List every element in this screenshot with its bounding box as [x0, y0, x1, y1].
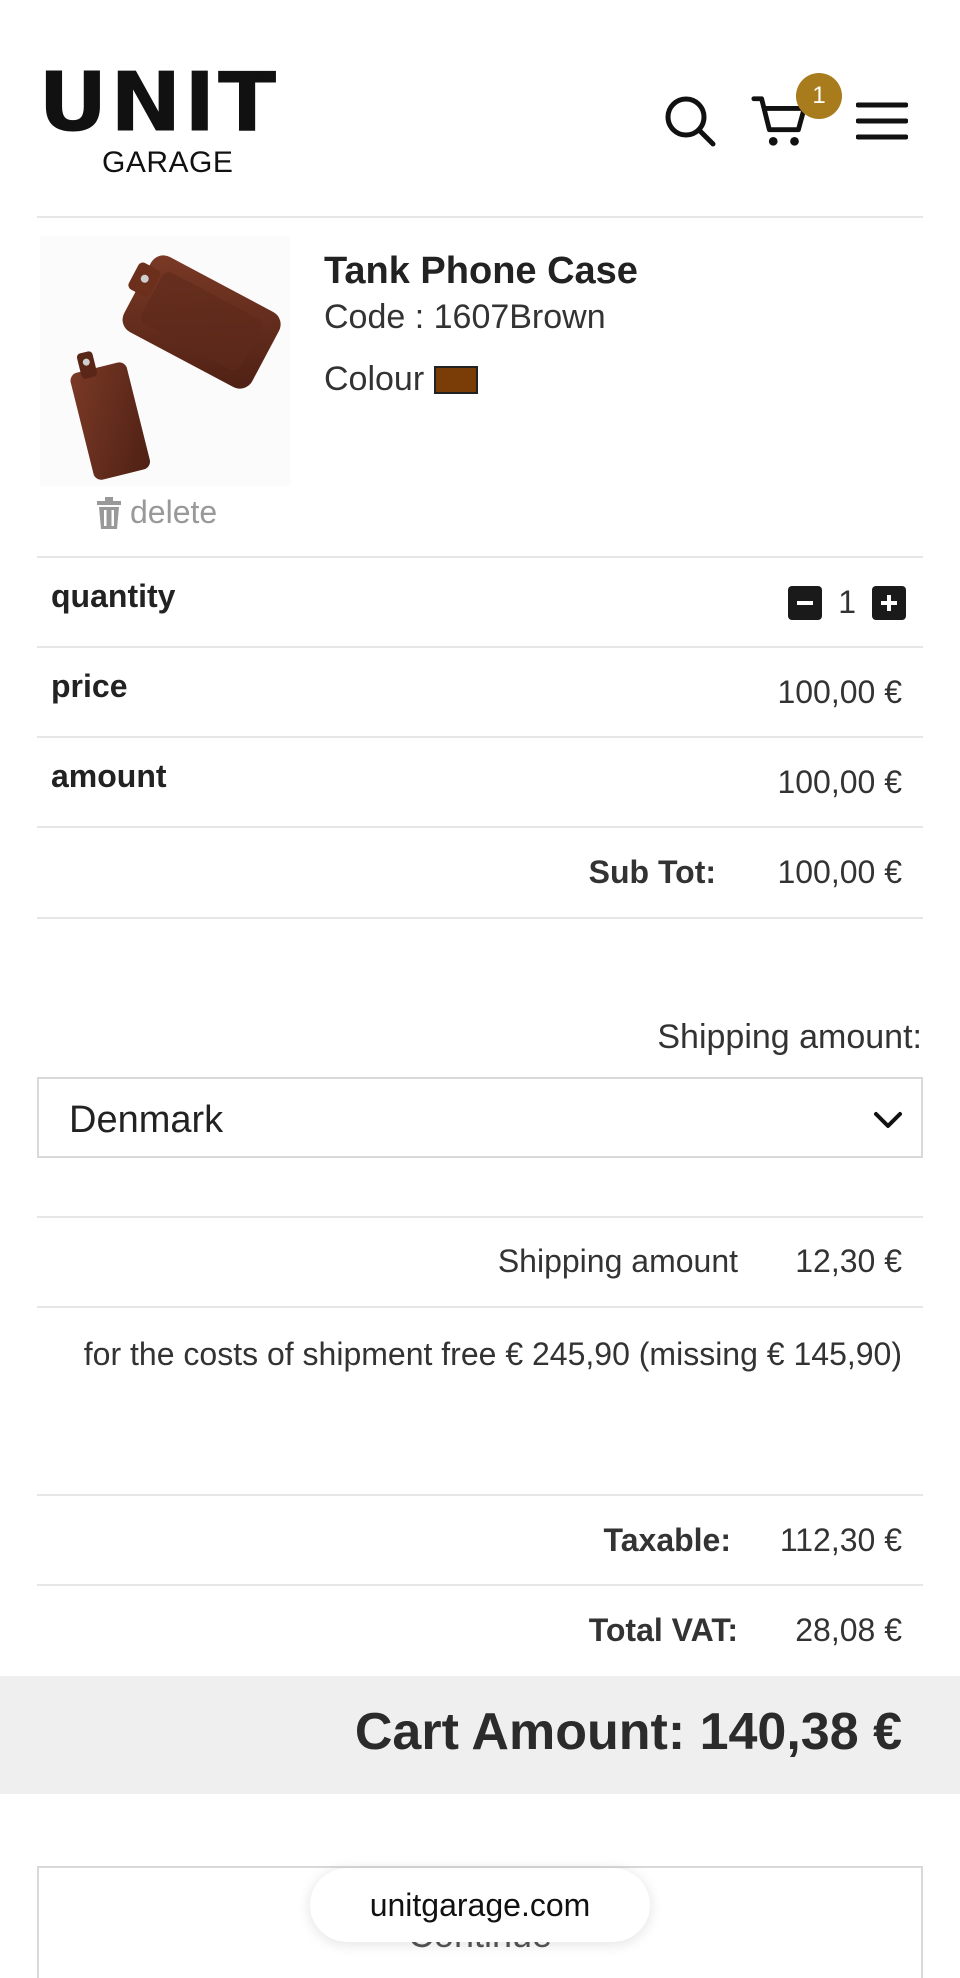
logo-wordmark: UNIT: [38, 55, 279, 151]
amount-label: amount: [51, 758, 167, 794]
free-shipping-note: for the costs of shipment free € 245,90 …: [83, 1336, 902, 1372]
trash-icon: [97, 496, 121, 529]
decrease-quantity-button[interactable]: [788, 585, 823, 620]
colour-swatch: [434, 365, 479, 394]
chevron-down-icon: [874, 1112, 902, 1128]
divider: [37, 736, 923, 738]
search-button[interactable]: [660, 88, 720, 154]
price-value: 100,00 €: [777, 674, 902, 710]
cart-total-bar: Cart Amount: 140,38 €: [0, 1676, 960, 1794]
phone-case-illustration: [70, 255, 281, 480]
minus-icon: [797, 600, 814, 605]
unit-garage-logo[interactable]: UNIT ® GARAGE: [38, 62, 278, 182]
browser-url-pill[interactable]: unitgarage.com: [310, 1868, 650, 1942]
quantity-label: quantity: [51, 578, 176, 614]
price-label: price: [51, 668, 128, 704]
subtotal-value: 100,00 €: [777, 854, 902, 890]
divider: [37, 216, 923, 218]
colour-label: Colour: [324, 360, 425, 398]
delete-item-link[interactable]: delete: [96, 494, 217, 531]
logo-registered-mark: ®: [256, 68, 267, 84]
increase-quantity-button[interactable]: [872, 585, 906, 620]
country-select[interactable]: Denmark: [37, 1077, 923, 1158]
cart-count-badge: 1: [796, 73, 842, 119]
divider: [37, 1494, 923, 1496]
delete-label: delete: [130, 494, 218, 530]
divider: [37, 556, 923, 558]
plus-icon: [881, 594, 897, 611]
vat-label: Total VAT:: [588, 1612, 738, 1648]
amount-value: 100,00 €: [777, 764, 902, 800]
taxable-label: Taxable:: [603, 1522, 731, 1558]
taxable-value: 112,30 €: [779, 1522, 902, 1558]
hamburger-menu-icon: [856, 102, 908, 140]
shipping-amount-label: Shipping amount: [497, 1243, 738, 1279]
quantity-stepper: 1: [788, 584, 906, 621]
menu-button[interactable]: [852, 88, 912, 154]
divider: [37, 1584, 923, 1586]
divider: [37, 1306, 923, 1308]
divider: [37, 917, 923, 919]
product-image[interactable]: [40, 236, 290, 486]
vat-value: 28,08 €: [795, 1612, 902, 1648]
site-header: UNIT ® GARAGE 1: [0, 0, 960, 218]
search-icon: [665, 96, 716, 147]
logo-subtitle: GARAGE: [102, 146, 234, 179]
product-colour: Colour: [324, 360, 479, 399]
shipping-heading: Shipping amount:: [657, 1018, 922, 1056]
selected-country: Denmark: [69, 1099, 224, 1141]
product-code: Code : 1607Brown: [324, 298, 606, 336]
divider: [37, 1216, 923, 1218]
divider: [37, 826, 923, 828]
cart-amount-total: Cart Amount: 140,38 €: [354, 1703, 902, 1761]
subtotal-label: Sub Tot:: [588, 854, 716, 890]
quantity-value: 1: [838, 584, 856, 620]
product-name[interactable]: Tank Phone Case: [324, 250, 638, 293]
shipping-amount-value: 12,30 €: [795, 1243, 902, 1279]
divider: [37, 646, 923, 648]
